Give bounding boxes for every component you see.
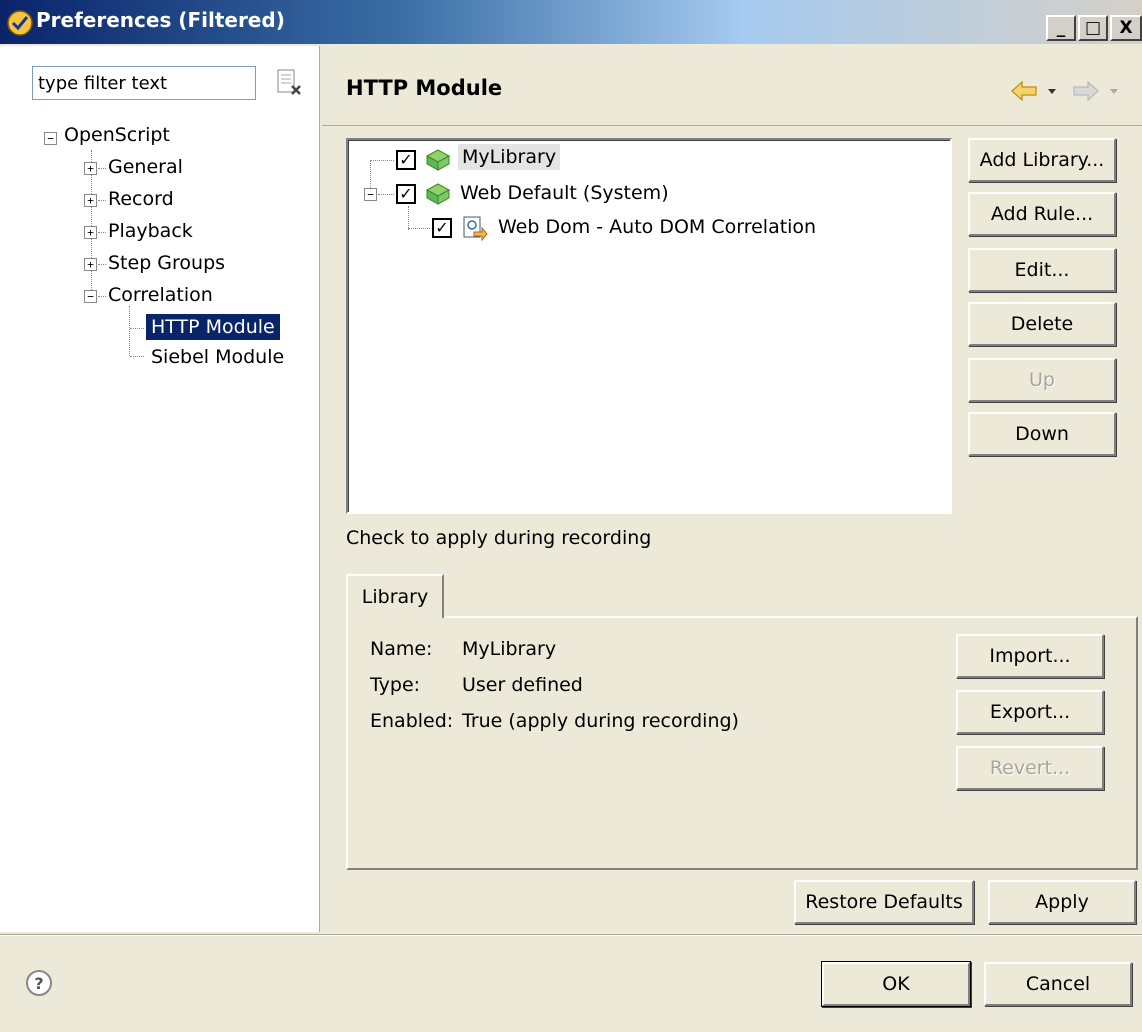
minimize-button[interactable]: _ xyxy=(1046,15,1076,41)
add-rule-button[interactable]: Add Rule... xyxy=(968,192,1116,236)
collapse-icon[interactable]: − xyxy=(364,188,377,201)
maximize-icon: □ xyxy=(1084,18,1102,38)
tree-connector xyxy=(370,160,394,161)
up-button[interactable]: Up xyxy=(968,358,1116,402)
forward-arrow-icon[interactable] xyxy=(1073,80,1099,102)
page-title: HTTP Module xyxy=(346,76,503,100)
rule-item-web-dom[interactable]: Web Dom - Auto DOM Correlation xyxy=(498,216,816,238)
expand-icon[interactable]: + xyxy=(84,162,97,175)
revert-button[interactable]: Revert... xyxy=(956,746,1104,790)
minimize-icon: _ xyxy=(1056,18,1066,38)
cancel-button[interactable]: Cancel xyxy=(984,962,1132,1006)
library-checkbox-web-default[interactable]: ✓ xyxy=(396,184,416,204)
title-bar[interactable]: Preferences (Filtered) _ □ X xyxy=(0,0,1142,44)
down-button[interactable]: Down xyxy=(968,412,1116,456)
expand-icon[interactable]: + xyxy=(84,194,97,207)
type-value: User defined xyxy=(462,674,583,696)
library-book-icon xyxy=(425,183,451,205)
tree-connector xyxy=(98,296,106,297)
import-button[interactable]: Import... xyxy=(956,634,1104,678)
rule-checkbox-web-dom[interactable]: ✓ xyxy=(432,218,452,238)
tree-item-record[interactable]: Record xyxy=(108,188,174,210)
page-header: HTTP Module xyxy=(322,46,1142,126)
delete-button[interactable]: Delete xyxy=(968,302,1116,346)
help-glyph: ? xyxy=(34,973,44,993)
library-details-panel: Name: MyLibrary Type: User defined Enabl… xyxy=(346,616,1138,870)
export-button[interactable]: Export... xyxy=(956,690,1104,734)
tree-connector xyxy=(378,194,394,195)
tree-connector xyxy=(130,328,144,329)
tree-item-correlation[interactable]: Correlation xyxy=(108,284,213,306)
tree-connector xyxy=(98,264,106,265)
footer-separator xyxy=(0,934,1142,936)
tree-connector xyxy=(130,356,144,357)
navigation-arrows xyxy=(1011,80,1118,102)
tab-label: Library xyxy=(361,586,429,608)
collapse-icon[interactable]: − xyxy=(84,290,97,303)
add-library-button[interactable]: Add Library... xyxy=(968,138,1116,182)
tree-connector xyxy=(129,306,130,356)
tree-connector xyxy=(98,168,106,169)
edit-button[interactable]: Edit... xyxy=(968,248,1116,292)
maximize-button[interactable]: □ xyxy=(1078,15,1108,41)
preferences-window: Preferences (Filtered) _ □ X − OpenScrip… xyxy=(0,0,1142,1032)
tree-connector xyxy=(408,228,430,229)
expand-icon[interactable]: + xyxy=(84,226,97,239)
forward-dropdown-icon[interactable] xyxy=(1110,89,1118,94)
tree-item-general[interactable]: General xyxy=(108,156,183,178)
rule-icon xyxy=(463,216,488,242)
ok-button[interactable]: OK xyxy=(822,962,970,1006)
restore-defaults-button[interactable]: Restore Defaults xyxy=(794,880,974,924)
tree-connector xyxy=(98,200,106,201)
tree-item-step-groups[interactable]: Step Groups xyxy=(108,252,225,274)
check-hint-label: Check to apply during recording xyxy=(346,527,652,549)
back-dropdown-icon[interactable] xyxy=(1048,89,1056,94)
expand-icon[interactable]: + xyxy=(84,258,97,271)
library-checkbox-mylibrary[interactable]: ✓ xyxy=(396,150,416,170)
tree-connector xyxy=(408,206,409,230)
enabled-value: True (apply during recording) xyxy=(462,710,739,732)
tree-item-http-module[interactable]: HTTP Module xyxy=(146,314,280,340)
preferences-nav-panel: − OpenScript + General + Record + Playba… xyxy=(0,46,320,932)
enabled-label: Enabled: xyxy=(370,710,454,732)
tree-connector xyxy=(98,232,106,233)
window-title: Preferences (Filtered) xyxy=(36,8,285,32)
tab-library[interactable]: Library xyxy=(346,574,444,618)
app-icon xyxy=(7,10,33,36)
library-tree[interactable]: ✓ MyLibrary − ✓ Web Default (System) ✓ W… xyxy=(346,138,952,514)
close-icon: X xyxy=(1119,18,1133,38)
preferences-tree: − OpenScript + General + Record + Playba… xyxy=(0,46,320,932)
library-item-mylibrary[interactable]: MyLibrary xyxy=(458,144,561,170)
type-label: Type: xyxy=(370,674,421,696)
close-button[interactable]: X xyxy=(1110,15,1142,41)
collapse-icon[interactable]: − xyxy=(44,132,57,145)
tree-item-siebel-module[interactable]: Siebel Module xyxy=(151,346,284,368)
name-value: MyLibrary xyxy=(462,638,557,660)
library-book-icon xyxy=(425,149,451,171)
apply-button[interactable]: Apply xyxy=(988,880,1136,924)
back-arrow-icon[interactable] xyxy=(1011,80,1037,102)
name-label: Name: xyxy=(370,638,433,660)
tree-item-playback[interactable]: Playback xyxy=(108,220,193,242)
help-icon[interactable]: ? xyxy=(26,970,52,996)
library-item-web-default[interactable]: Web Default (System) xyxy=(460,182,669,204)
tree-item-openscript[interactable]: OpenScript xyxy=(64,124,170,146)
